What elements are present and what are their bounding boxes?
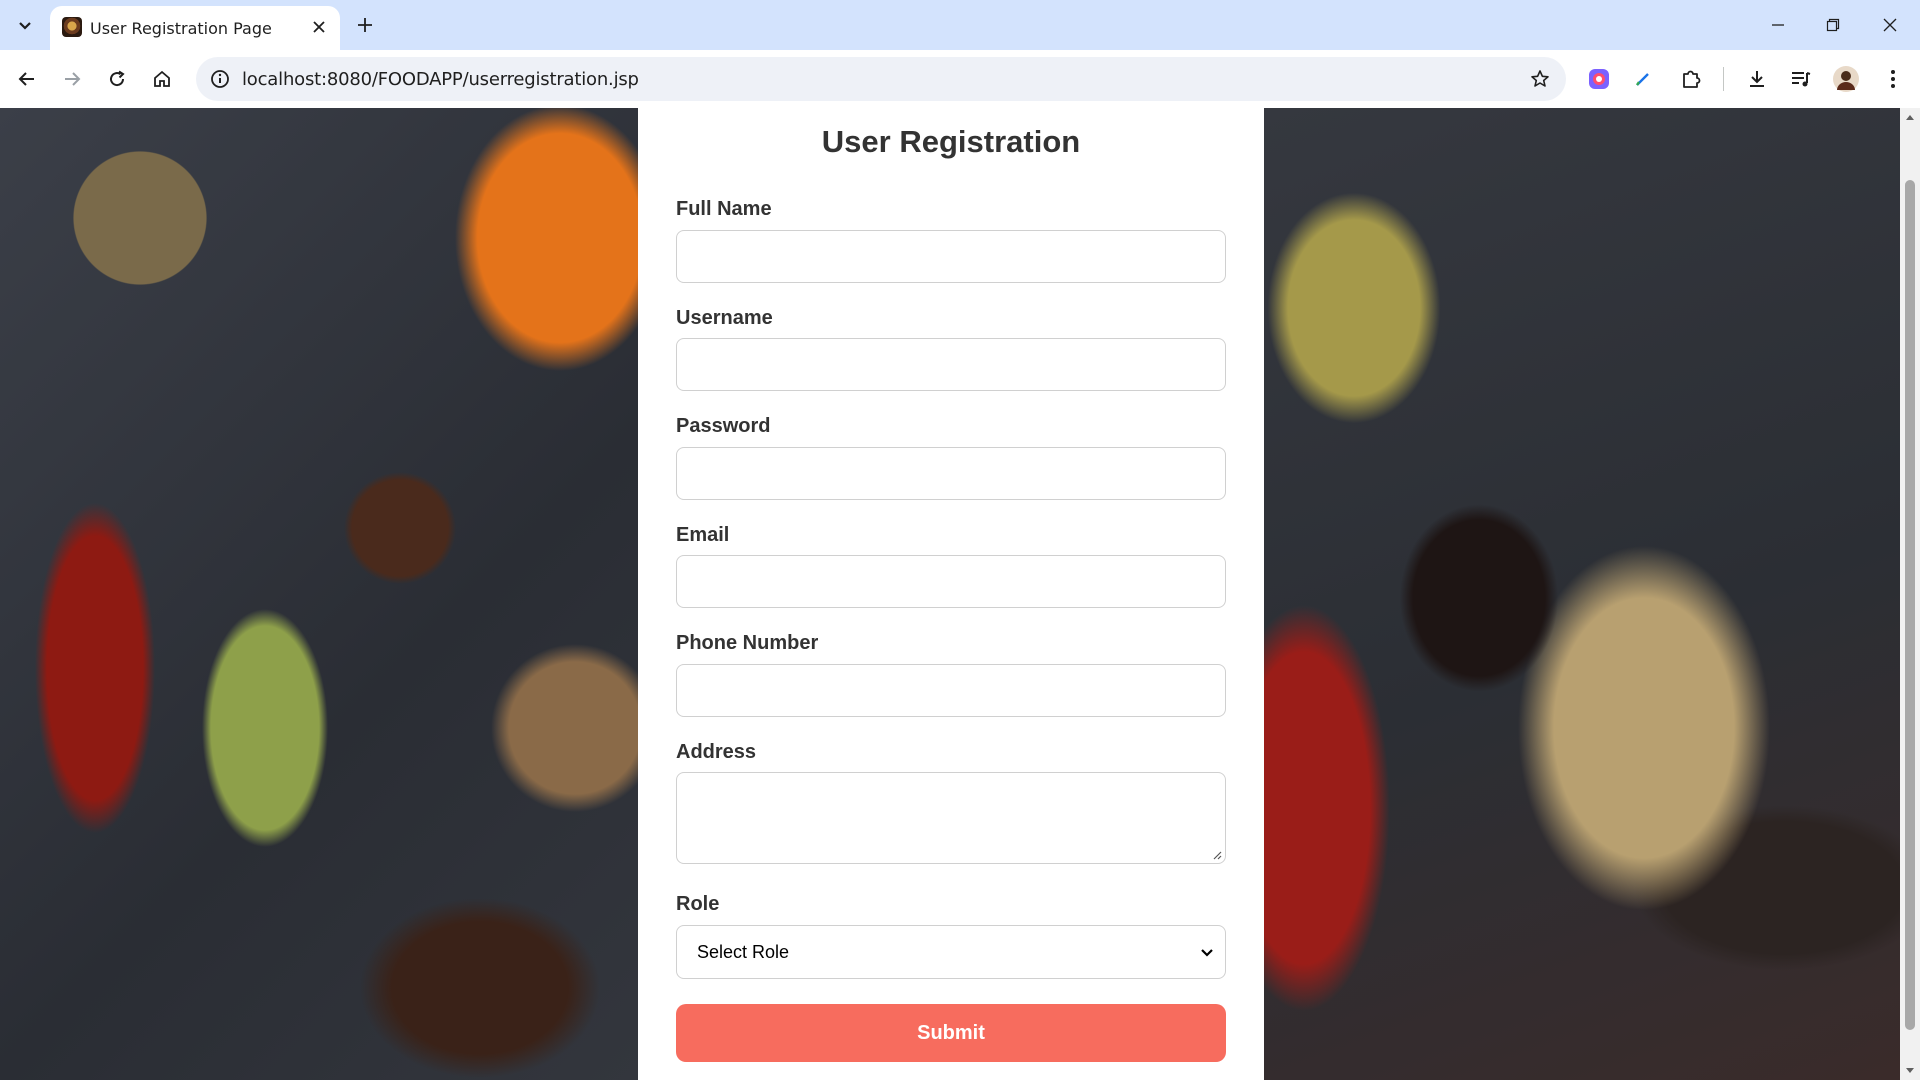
extensions-puzzle-icon[interactable] bbox=[1675, 63, 1707, 95]
browser-tab-bar: User Registration Page bbox=[0, 0, 1920, 50]
password-label: Password bbox=[676, 415, 771, 437]
home-button[interactable] bbox=[146, 63, 178, 95]
registration-form: User Registration Full Name Username Pas… bbox=[638, 108, 1264, 1080]
minimize-button[interactable] bbox=[1758, 10, 1798, 40]
profile-avatar[interactable] bbox=[1830, 63, 1862, 95]
page-title: User Registration bbox=[821, 124, 1081, 159]
arrow-left-icon bbox=[18, 72, 34, 86]
phone-number-label: Phone Number bbox=[676, 632, 819, 654]
close-window-button[interactable] bbox=[1870, 10, 1910, 40]
email-label: Email bbox=[676, 524, 730, 546]
tab-title: User Registration Page bbox=[90, 19, 272, 38]
back-button[interactable] bbox=[11, 63, 43, 95]
phone-number-field[interactable] bbox=[676, 664, 1226, 717]
address-label: Address bbox=[676, 741, 757, 763]
close-icon bbox=[313, 21, 325, 33]
browser-menu-button[interactable] bbox=[1877, 63, 1909, 95]
home-icon bbox=[154, 70, 170, 87]
scroll-up-arrow-icon[interactable] bbox=[1905, 112, 1915, 122]
media-control-icon[interactable] bbox=[1785, 63, 1817, 95]
new-tab-button[interactable] bbox=[350, 10, 380, 40]
browser-tab-active[interactable]: User Registration Page bbox=[50, 6, 340, 50]
address-textarea[interactable] bbox=[676, 772, 1226, 864]
spices-background-image-left bbox=[0, 108, 638, 1080]
extension-color-icon[interactable] bbox=[1583, 63, 1615, 95]
toolbar-divider bbox=[1723, 67, 1724, 91]
reload-icon bbox=[110, 70, 125, 87]
tab-search-button[interactable] bbox=[10, 11, 40, 41]
tab-close-button[interactable] bbox=[306, 14, 332, 40]
email-field[interactable] bbox=[676, 555, 1226, 608]
extension-pen-icon[interactable] bbox=[1627, 63, 1659, 95]
role-select[interactable]: Select Role bbox=[676, 925, 1226, 979]
page-viewport: User Registration Full Name Username Pas… bbox=[0, 108, 1920, 1080]
reload-button[interactable] bbox=[101, 63, 133, 95]
password-field[interactable] bbox=[676, 447, 1226, 500]
spices-background-image-right bbox=[1264, 108, 1900, 1080]
address-bar[interactable]: localhost:8080/FOODAPP/userregistration.… bbox=[196, 57, 1566, 101]
full-name-label: Full Name bbox=[676, 198, 772, 220]
site-favicon-icon bbox=[62, 17, 82, 37]
username-field[interactable] bbox=[676, 338, 1226, 391]
restore-icon bbox=[1826, 18, 1840, 32]
submit-button[interactable]: Submit bbox=[676, 1004, 1226, 1062]
close-icon bbox=[1883, 18, 1897, 32]
full-name-field[interactable] bbox=[676, 230, 1226, 283]
scroll-down-arrow-icon[interactable] bbox=[1905, 1066, 1915, 1076]
page-scrollbar[interactable] bbox=[1900, 108, 1920, 1080]
role-label: Role bbox=[676, 893, 720, 915]
more-vertical-icon bbox=[1891, 70, 1895, 88]
site-info-icon[interactable] bbox=[206, 65, 234, 93]
minimize-icon bbox=[1772, 24, 1784, 26]
resize-grip-icon[interactable] bbox=[1212, 850, 1222, 860]
forward-button[interactable] bbox=[56, 63, 88, 95]
arrow-right-icon bbox=[65, 72, 81, 86]
plus-icon bbox=[358, 18, 372, 32]
bookmark-star-icon[interactable] bbox=[1526, 65, 1554, 93]
username-label: Username bbox=[676, 307, 773, 329]
role-select-value: Select Role bbox=[697, 942, 790, 962]
browser-toolbar: localhost:8080/FOODAPP/userregistration.… bbox=[0, 50, 1920, 108]
scrollbar-thumb[interactable] bbox=[1905, 180, 1915, 1030]
download-icon[interactable] bbox=[1741, 63, 1773, 95]
chevron-down-icon bbox=[19, 22, 31, 30]
url-text: localhost:8080/FOODAPP/userregistration.… bbox=[242, 69, 639, 90]
restore-button[interactable] bbox=[1813, 10, 1853, 40]
chevron-down-icon bbox=[1201, 949, 1213, 957]
